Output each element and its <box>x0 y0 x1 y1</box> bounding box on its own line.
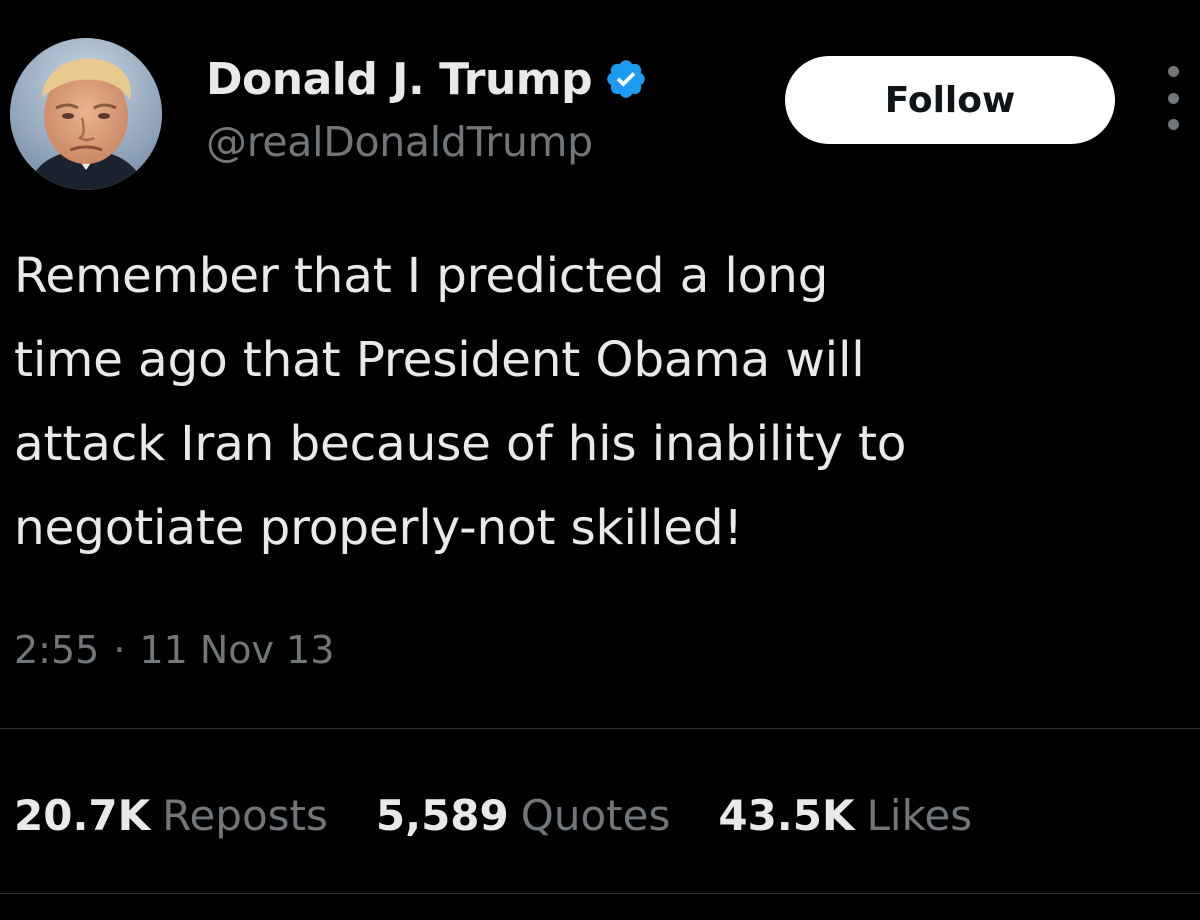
reposts-label: Reposts <box>162 790 328 840</box>
verified-badge-icon[interactable] <box>604 57 648 101</box>
reposts-stat[interactable]: 20.7K Reposts <box>14 791 328 840</box>
tweet-text-line: time ago that President Obama will <box>14 332 865 388</box>
quotes-stat[interactable]: 5,589 Quotes <box>376 791 670 840</box>
tweet-timestamp[interactable]: 2:55 · 11 Nov 13 <box>14 622 334 678</box>
tweet-text-line: attack Iran because of his inability to <box>14 416 907 472</box>
tweet-text: Remember that I predicted a long time ag… <box>14 234 1184 570</box>
more-options-icon[interactable] <box>1158 66 1188 130</box>
avatar[interactable] <box>10 38 162 190</box>
more-dot <box>1167 119 1179 130</box>
tweet-date[interactable]: 11 Nov 13 <box>139 628 334 672</box>
divider <box>0 893 1200 894</box>
engagement-stats: 20.7K Reposts 5,589 Quotes 43.5K Likes <box>14 784 972 846</box>
author-handle[interactable]: @realDonaldTrump <box>206 118 593 166</box>
tweet-text-line: Remember that I predicted a long <box>14 248 829 304</box>
avatar-photo <box>10 38 162 190</box>
author-display-name[interactable]: Donald J. Trump <box>206 54 593 105</box>
tweet-card: Donald J. Trump @realDonaldTrump Follow … <box>0 0 1200 920</box>
more-dot <box>1167 66 1179 77</box>
author-name-row[interactable]: Donald J. Trump <box>206 48 648 110</box>
reposts-count: 20.7K <box>14 790 151 840</box>
quotes-count: 5,589 <box>375 790 509 840</box>
likes-count: 43.5K <box>718 790 855 840</box>
likes-stat[interactable]: 43.5K Likes <box>718 791 972 840</box>
divider <box>0 728 1200 729</box>
quotes-label: Quotes <box>520 790 671 840</box>
meta-separator: · <box>113 628 126 672</box>
likes-label: Likes <box>866 790 973 840</box>
tweet-time[interactable]: 2:55 <box>14 628 99 672</box>
more-dot <box>1167 92 1179 104</box>
tweet-text-line: negotiate properly-not skilled! <box>14 500 743 556</box>
follow-button[interactable]: Follow <box>785 56 1115 144</box>
